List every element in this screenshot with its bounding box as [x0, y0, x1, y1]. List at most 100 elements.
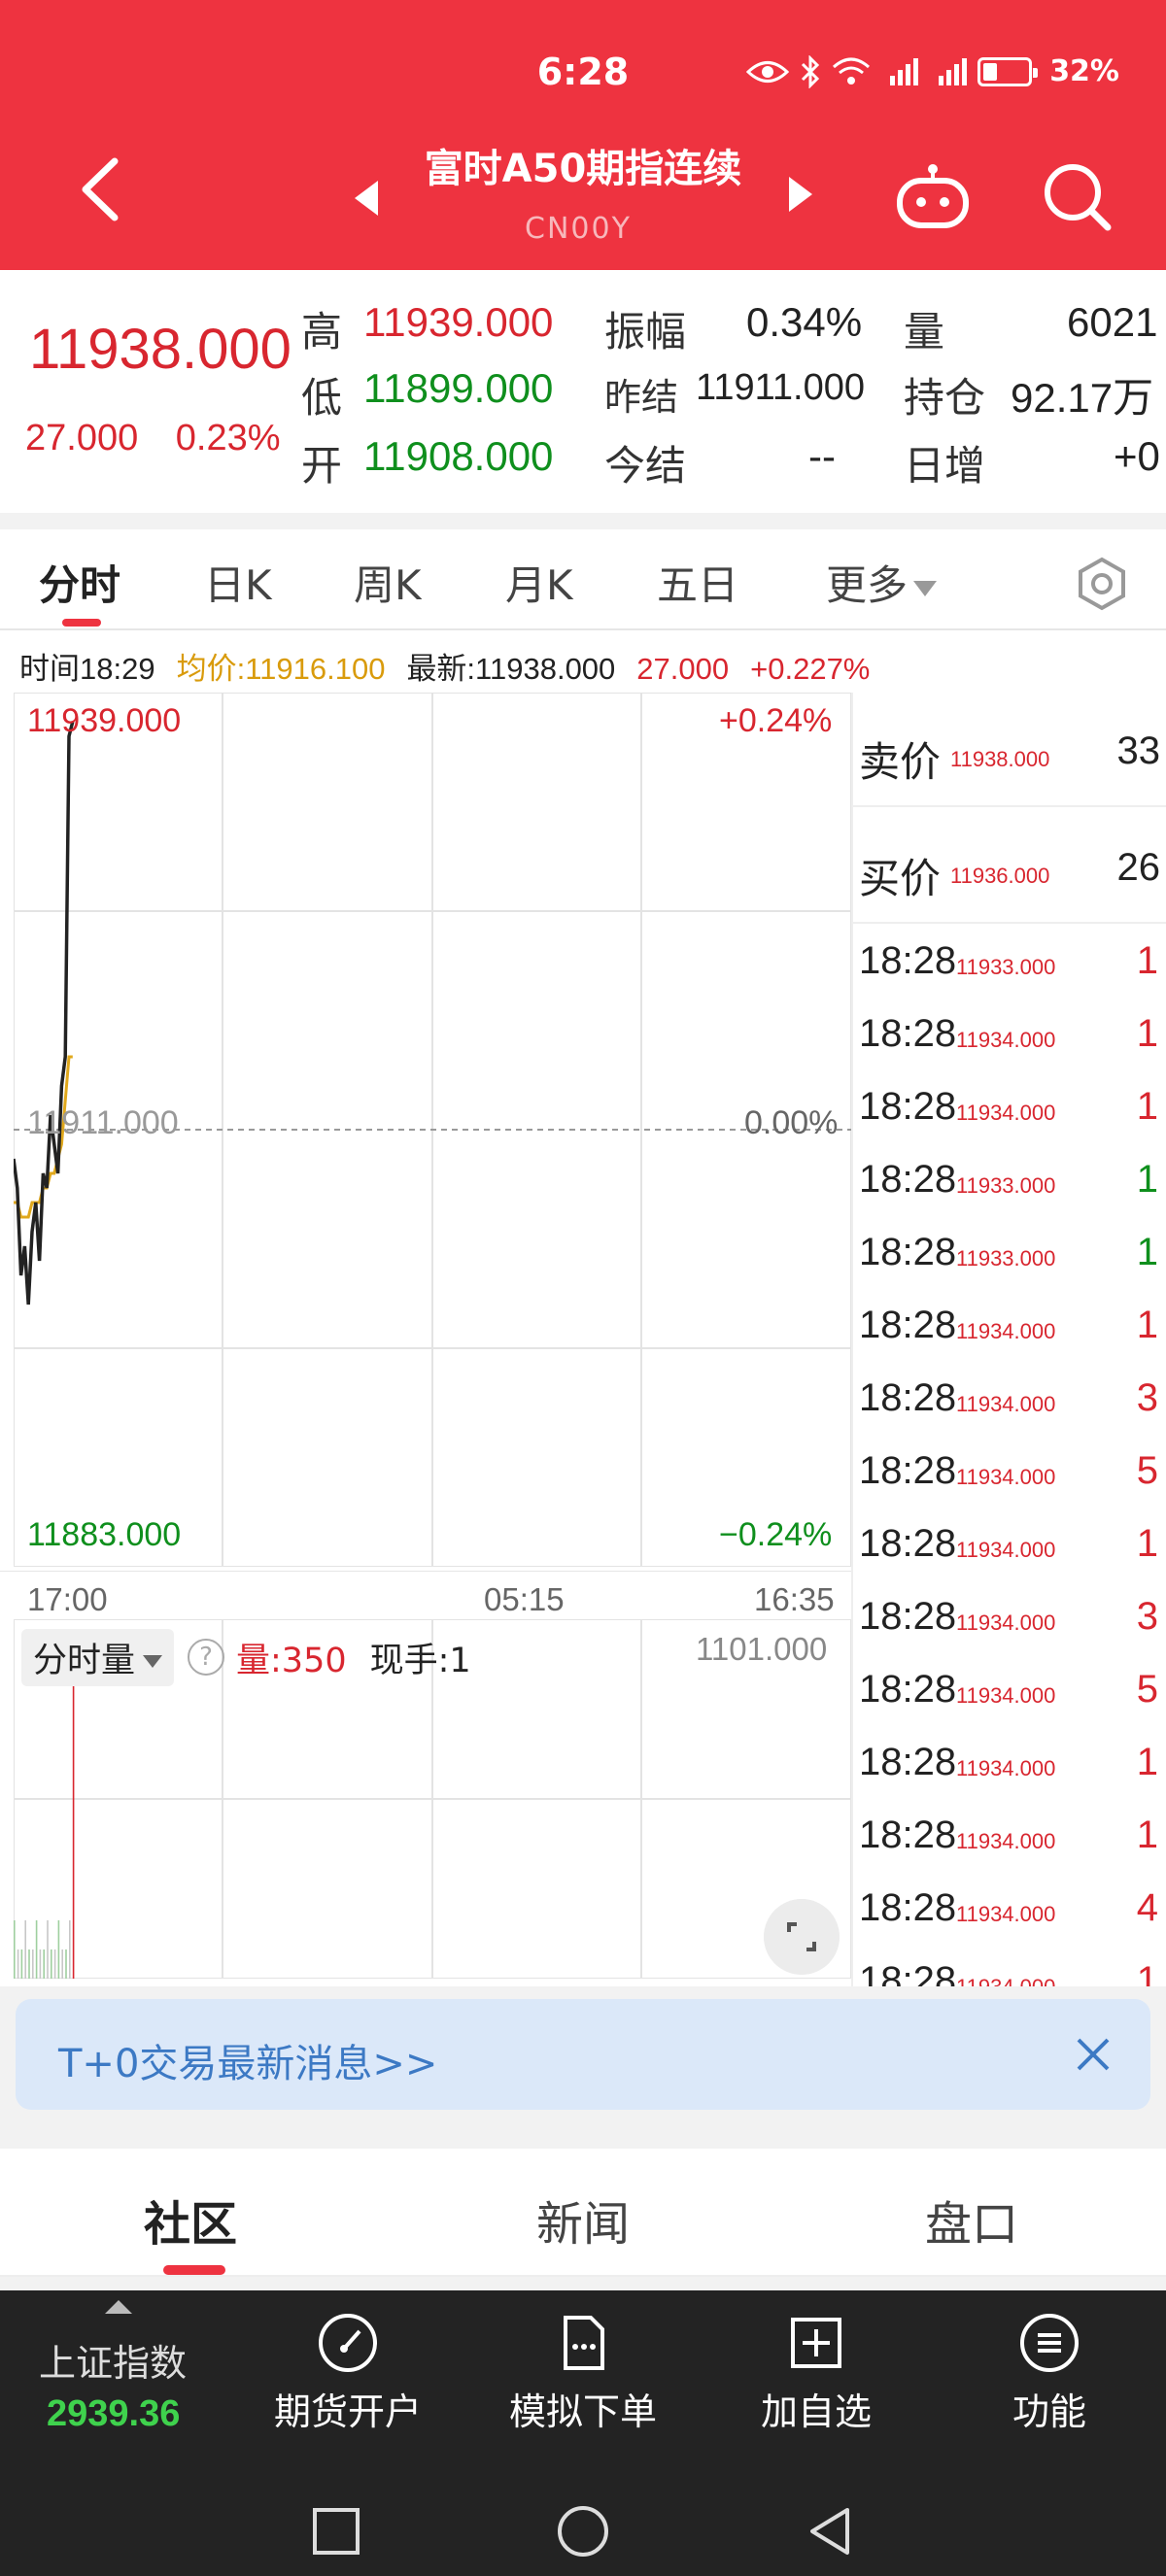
- chart-panel: 分时 日K 周K 月K 五日 更多 时间18:29 均价:11916.100 最新:…: [0, 529, 1166, 1986]
- status-icons: 32%: [746, 54, 1119, 88]
- tab-market-depth[interactable]: 盘口: [925, 2186, 1018, 2254]
- tick-row: 18:28 11934.000 5: [853, 1436, 1166, 1508]
- tab-more[interactable]: 更多: [826, 553, 938, 612]
- banner-text[interactable]: T+0交易最新消息>>: [58, 2032, 437, 2088]
- search-icon[interactable]: [1040, 159, 1114, 233]
- tick-qty: 4: [1136, 1886, 1158, 1929]
- next-contract-arrow[interactable]: [789, 177, 812, 212]
- time-axis: 17:00 05:15 16:35: [0, 1571, 851, 1619]
- tick-price: 11934.000: [956, 1028, 1056, 1052]
- tab-daily-k[interactable]: 日K: [204, 553, 272, 612]
- tick-price: 11934.000: [956, 1319, 1056, 1343]
- tick-qty: 1: [1136, 1085, 1158, 1128]
- expand-up-icon: [105, 2300, 132, 2314]
- simulated-order-button[interactable]: 模拟下单: [486, 2312, 680, 2435]
- daily-increase-label: 日增: [904, 442, 986, 490]
- app-header: 6:28 32% 富时A50期指连续 CN00Y: [0, 0, 1166, 270]
- volume-bar: [28, 1949, 30, 1979]
- axis-ref-pct: 0.00%: [744, 1104, 839, 1141]
- open-value: 11908.000: [363, 433, 554, 479]
- current-hand: 现手:1: [369, 1641, 471, 1680]
- volume-label: 量: [904, 308, 945, 356]
- prev-settle-value: 11911.000: [696, 367, 865, 408]
- tick-row: 18:28 11934.000 3: [853, 1581, 1166, 1654]
- high-value: 11939.000: [363, 299, 554, 345]
- tick-row: 18:28 11934.000 4: [853, 1873, 1166, 1946]
- tab-five-day[interactable]: 五日: [657, 553, 738, 612]
- close-icon[interactable]: [1073, 2034, 1114, 2075]
- bottom-bar: 上证指数 2939.36 期货开户 模拟下单 加自选 功能: [0, 2290, 1166, 2576]
- tick-price: 11934.000: [956, 1829, 1056, 1853]
- simulated-order-label: 模拟下单: [508, 2390, 657, 2433]
- tick-time: 18:28: [859, 1376, 957, 1419]
- tab-weekly-k[interactable]: 周K: [354, 553, 422, 612]
- open-account-label: 期货开户: [273, 2390, 422, 2433]
- tick-price: 11934.000: [956, 1756, 1056, 1780]
- time-start: 17:00: [27, 1581, 108, 1617]
- tick-time: 18:28: [859, 1158, 957, 1201]
- back-nav-icon[interactable]: [801, 2502, 859, 2560]
- tab-news[interactable]: 新闻: [536, 2186, 630, 2254]
- page-title: 富时A50期指连续: [424, 147, 742, 191]
- robot-assistant-icon[interactable]: [894, 161, 972, 229]
- tick-time: 18:28: [859, 1085, 957, 1128]
- volume-bar: [32, 1949, 34, 1979]
- tick-time: 18:28: [859, 939, 957, 982]
- recent-apps-icon[interactable]: [307, 2502, 365, 2560]
- volume-bar: [51, 1949, 52, 1979]
- volume-bar: [24, 1920, 26, 1979]
- prev-settle-label: 昨结: [604, 376, 679, 419]
- tick-price: 11933.000: [956, 1173, 1056, 1198]
- open-account-button[interactable]: 期货开户: [251, 2312, 445, 2435]
- bluetooth-icon: [802, 54, 820, 88]
- amplitude-label: 振幅: [604, 308, 687, 356]
- menu-circle-icon: [1020, 2314, 1079, 2372]
- volume-bars-group: [14, 1639, 75, 1979]
- settings-icon[interactable]: [1075, 557, 1129, 611]
- chart-tabs: 分时 日K 周K 月K 五日 更多: [0, 529, 1166, 630]
- volume-indicator-select[interactable]: 分时量: [21, 1628, 175, 1686]
- tick-row: 18:2811934.000 1: [853, 1508, 1166, 1581]
- today-settle-value: --: [808, 433, 836, 479]
- info-avg-price: 均价:11916.100: [176, 652, 386, 686]
- volume-bar: [57, 1920, 60, 1979]
- fullscreen-icon[interactable]: [764, 1899, 840, 1975]
- tick-qty: 1: [1136, 1959, 1158, 1986]
- tab-monthly-k[interactable]: 月K: [505, 553, 573, 612]
- bid-price: 11936.000: [950, 864, 1050, 888]
- volume-value: 6021: [1067, 299, 1158, 345]
- tick-row: 18:28 11933.000 1: [853, 1217, 1166, 1290]
- tick-row: 18:2811934.000 1: [853, 1071, 1166, 1144]
- info-change: 27.000: [636, 652, 730, 686]
- tick-qty: 3: [1136, 1376, 1158, 1419]
- tab-intraday[interactable]: 分时: [39, 553, 120, 612]
- ask-price: 11938.000: [950, 747, 1050, 771]
- volume-bar: [69, 1920, 71, 1979]
- volume-bar: [43, 1949, 45, 1979]
- volume-max: 1101.000: [696, 1631, 828, 1667]
- back-button[interactable]: [76, 155, 124, 223]
- open-interest-label: 持仓: [904, 374, 986, 422]
- help-icon[interactable]: ?: [188, 1639, 225, 1676]
- tick-price: 11933.000: [956, 955, 1056, 979]
- document-icon: [564, 2316, 604, 2370]
- functions-button[interactable]: 功能: [952, 2312, 1147, 2435]
- tick-price: 11934.000: [956, 1683, 1056, 1708]
- ask-qty: 33: [1116, 729, 1161, 772]
- add-watchlist-button[interactable]: 加自选: [719, 2312, 913, 2435]
- news-banner[interactable]: T+0交易最新消息>>: [16, 1999, 1150, 2110]
- volume-bar: [14, 1920, 16, 1979]
- bid-row: 买价 11936.000 26: [853, 809, 1166, 924]
- low-value: 11899.000: [363, 365, 554, 411]
- open-label: 开: [301, 442, 343, 490]
- tick-price: 11934.000: [956, 1538, 1056, 1562]
- tick-qty: 3: [1136, 1595, 1158, 1638]
- chevron-down-icon: [143, 1655, 163, 1668]
- tick-qty: 1: [1136, 939, 1158, 982]
- home-icon[interactable]: [554, 2502, 612, 2560]
- tick-row: 18:28 11934.000 5: [853, 1654, 1166, 1727]
- tick-qty: 1: [1136, 1158, 1158, 1201]
- tab-community[interactable]: 社区: [144, 2186, 237, 2254]
- signal-2g-icon: [939, 57, 968, 85]
- axis-low-price: 11883.000: [27, 1516, 182, 1553]
